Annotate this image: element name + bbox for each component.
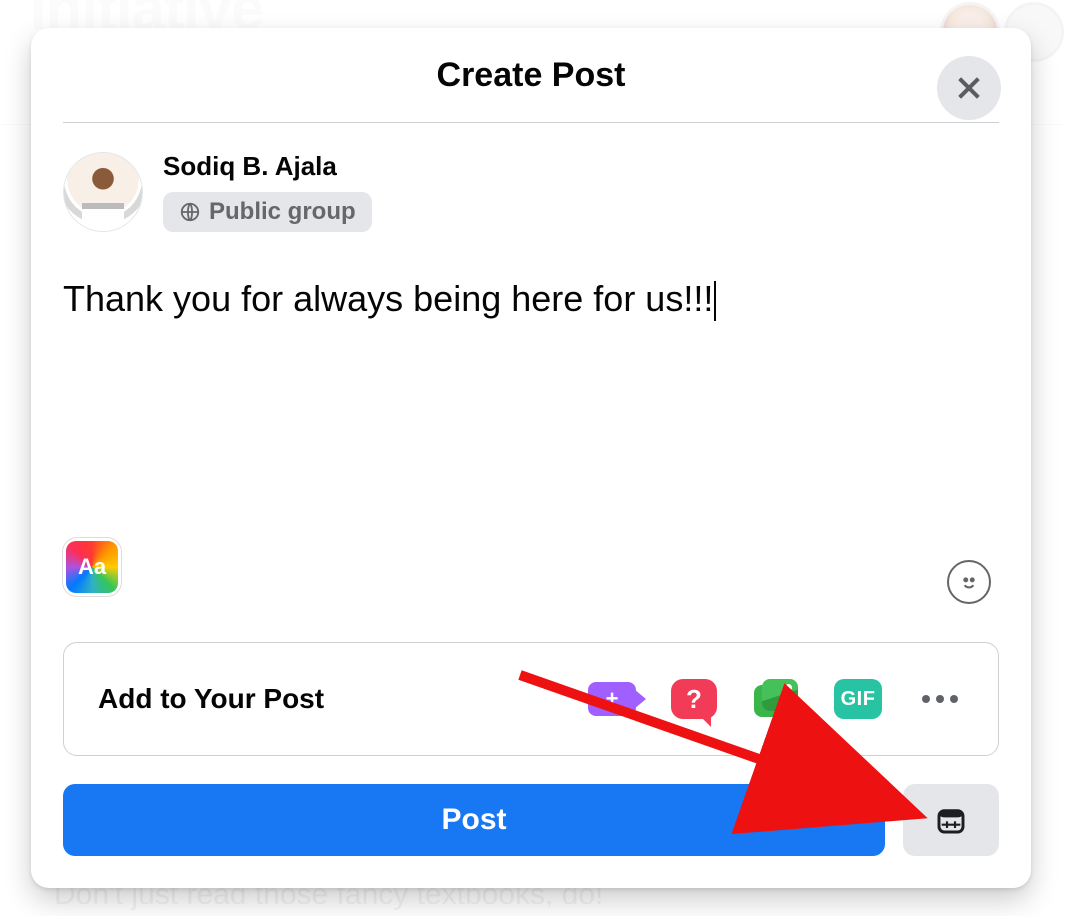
video-camera-icon: + bbox=[588, 682, 636, 716]
gif-icon: GIF bbox=[834, 679, 882, 719]
schedule-button[interactable] bbox=[903, 784, 999, 856]
live-video-button[interactable]: + bbox=[588, 675, 636, 723]
post-button[interactable]: Post bbox=[63, 784, 885, 856]
compose-text[interactable]: Thank you for always being here for us!!… bbox=[63, 276, 999, 321]
modal-header: Create Post bbox=[31, 28, 1031, 122]
background-picker-button[interactable]: Aa bbox=[63, 538, 121, 596]
text-cursor bbox=[714, 281, 716, 321]
gif-button[interactable]: GIF bbox=[834, 675, 882, 723]
user-row: Sodiq B. Ajala Public group bbox=[31, 123, 1031, 236]
add-to-post-icons: + ? GIF bbox=[588, 675, 964, 723]
compose-area[interactable]: Thank you for always being here for us!!… bbox=[31, 236, 1031, 610]
audience-selector[interactable]: Public group bbox=[163, 192, 372, 232]
emoji-button[interactable] bbox=[947, 560, 991, 604]
audience-label: Public group bbox=[209, 198, 356, 226]
close-button[interactable] bbox=[937, 56, 1001, 120]
more-dots-icon bbox=[922, 695, 958, 703]
user-meta: Sodiq B. Ajala Public group bbox=[163, 151, 372, 232]
smile-icon bbox=[956, 569, 982, 595]
background-picker-icon: Aa bbox=[66, 541, 118, 593]
photo-icon bbox=[754, 679, 798, 719]
add-to-post-bar[interactable]: Add to Your Post + ? GIF bbox=[63, 642, 999, 756]
create-post-modal: Create Post Sodiq B. Ajala Public group … bbox=[31, 28, 1031, 888]
add-to-post-label: Add to Your Post bbox=[98, 683, 324, 715]
close-icon bbox=[953, 72, 985, 104]
globe-icon bbox=[179, 201, 201, 223]
modal-footer: Post bbox=[63, 784, 999, 856]
calendar-icon bbox=[935, 804, 967, 836]
photo-video-button[interactable] bbox=[752, 675, 800, 723]
user-avatar[interactable] bbox=[63, 152, 143, 232]
question-bubble-icon: ? bbox=[671, 679, 717, 719]
user-name: Sodiq B. Ajala bbox=[163, 151, 372, 182]
more-options-button[interactable] bbox=[916, 675, 964, 723]
host-qa-button[interactable]: ? bbox=[670, 675, 718, 723]
modal-title: Create Post bbox=[437, 56, 626, 95]
